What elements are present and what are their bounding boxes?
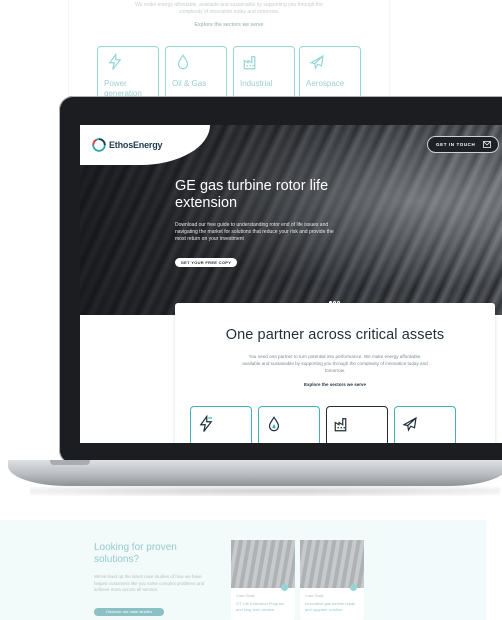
case-study-heading: Looking for proven solutions?: [94, 542, 177, 565]
sector-label: Aerospace: [306, 79, 345, 88]
explore-sectors-link[interactable]: Explore the sectors we serve: [175, 382, 495, 387]
flame-icon: [177, 54, 189, 70]
case-study-image: [300, 540, 364, 588]
sector-tile-aerospace[interactable]: [394, 406, 456, 443]
get-in-touch-button[interactable]: GET IN TOUCH: [427, 136, 499, 153]
background-intro-text: We make energy affordable, available and…: [135, 2, 323, 15]
sector-tile-power[interactable]: [190, 406, 252, 443]
partner-title: One partner across critical assets: [225, 327, 445, 343]
background-explore-link[interactable]: Explore the sectors we serve: [69, 22, 389, 28]
airplane-icon: [402, 416, 417, 432]
case-study-title: Innovative gas turbine repair and upgrad…: [305, 601, 356, 612]
laptop-screen: EthosEnergy GET IN TOUCH GE gas turbine …: [80, 125, 502, 443]
laptop-notch: [50, 460, 90, 465]
partner-description: You need one partner to turn potential i…: [242, 354, 428, 373]
flame-icon: [268, 416, 280, 432]
factory-icon: [334, 418, 347, 432]
sector-label: Industrial: [240, 79, 273, 88]
arrow-icon: [281, 584, 288, 591]
background-page-bottom: Looking for proven solutions? We've line…: [0, 520, 502, 620]
ethos-logo-icon: [92, 138, 106, 152]
partner-card: One partner across critical assets You n…: [175, 303, 495, 443]
case-study-title: GT Life Extension Program and long term …: [236, 601, 285, 612]
factory-icon: [243, 56, 256, 70]
case-study-image: [231, 540, 295, 588]
airplane-icon: [309, 54, 324, 70]
product-mockup: We make energy affordable, available and…: [0, 0, 502, 620]
case-study-button[interactable]: Discover our case studies: [94, 608, 164, 616]
case-study-card[interactable]: Case Study GT Life Extension Program and…: [231, 540, 295, 620]
mail-icon: [483, 141, 491, 148]
case-study-card[interactable]: Case Study Innovative gas turbine repair…: [300, 540, 364, 620]
laptop-shadow: [30, 486, 500, 496]
case-study-tag: Case Study: [236, 594, 255, 598]
sector-tile-oil-gas[interactable]: [258, 406, 320, 443]
get-in-touch-label: GET IN TOUCH: [436, 142, 476, 147]
free-copy-button[interactable]: GET YOUR FREE COPY: [175, 258, 237, 267]
case-study-tag: Case Study: [305, 594, 324, 598]
case-study-text: We've lined up the latest case studies o…: [94, 574, 205, 592]
lightning-icon: [108, 53, 122, 70]
hero-description: Download our free guide to understanding…: [175, 222, 334, 242]
hero-title: GE gas turbine rotor life extension: [175, 178, 329, 211]
sector-tile-industrial[interactable]: [326, 406, 388, 443]
sector-label: Oil & Gas: [172, 79, 207, 88]
logo-wordmark: EthosEnergy: [109, 140, 163, 150]
arrow-icon: [350, 584, 357, 591]
lightning-icon: [199, 415, 213, 432]
carousel-dots: [329, 291, 341, 304]
